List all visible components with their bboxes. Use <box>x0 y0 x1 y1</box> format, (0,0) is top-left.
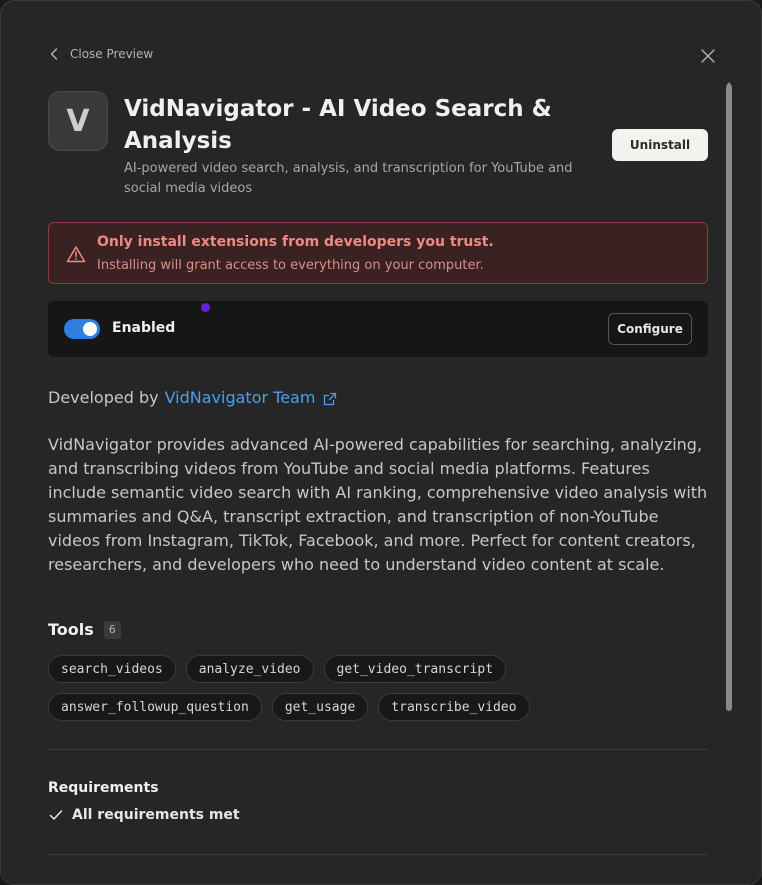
section-divider <box>48 749 708 750</box>
close-preview-button[interactable]: Close Preview <box>48 47 153 61</box>
tool-chip: get_usage <box>271 693 369 721</box>
developed-by-prefix: Developed by <box>48 388 159 407</box>
tool-chip: get_video_transcript <box>323 655 507 683</box>
requirements-title: Requirements <box>48 780 159 796</box>
enabled-label: Enabled <box>112 320 176 336</box>
tools-list: search_videos analyze_video get_video_tr… <box>48 655 712 721</box>
warning-icon <box>66 245 86 263</box>
scrollbar-thumb[interactable] <box>726 85 732 711</box>
warning-title: Only install extensions from developers … <box>97 234 494 250</box>
extension-title: VidNavigator - AI Video Search & Analysi… <box>124 96 552 154</box>
toggle-knob <box>83 322 97 336</box>
tools-count-badge: 6 <box>103 620 121 639</box>
tools-title: Tools <box>48 620 94 639</box>
scroll-up-arrow-icon[interactable] <box>725 73 733 86</box>
tool-chip: transcribe_video <box>378 693 530 721</box>
requirements-status: All requirements met <box>48 807 240 823</box>
close-preview-label: Close Preview <box>70 47 154 61</box>
enabled-toggle[interactable] <box>64 319 100 339</box>
tool-chip: analyze_video <box>185 655 314 683</box>
section-divider <box>48 854 708 855</box>
requirements-status-text: All requirements met <box>72 807 240 823</box>
checkmark-icon <box>48 807 64 823</box>
tools-header: Tools 6 <box>48 620 121 639</box>
extension-description: VidNavigator provides advanced AI-powere… <box>48 435 708 574</box>
cursor-marker <box>201 303 210 312</box>
trust-warning-banner: Only install extensions from developers … <box>48 222 708 284</box>
warning-text: Installing will grant access to everythi… <box>97 258 484 273</box>
tool-chip: answer_followup_question <box>48 693 262 721</box>
tool-chip: search_videos <box>48 655 176 683</box>
close-icon[interactable] <box>699 47 717 65</box>
uninstall-button[interactable]: Uninstall <box>612 129 708 161</box>
external-link-icon[interactable] <box>323 391 337 405</box>
app-icon: V <box>48 91 108 151</box>
enable-status-bar: Enabled Configure <box>48 301 708 357</box>
extension-header: V VidNavigator - AI Video Search & Analy… <box>48 91 708 201</box>
developer-line: Developed by VidNavigator Team <box>48 388 337 407</box>
developer-link[interactable]: VidNavigator Team <box>165 388 316 407</box>
scrollbar[interactable] <box>725 73 733 713</box>
chevron-left-icon <box>48 47 60 61</box>
configure-button[interactable]: Configure <box>608 313 692 345</box>
extension-subtitle: AI-powered video search, analysis, and t… <box>124 161 573 196</box>
preview-topbar: Close Preview <box>48 47 717 67</box>
extension-preview-panel: Close Preview V VidNavigator - AI Video … <box>0 0 762 885</box>
